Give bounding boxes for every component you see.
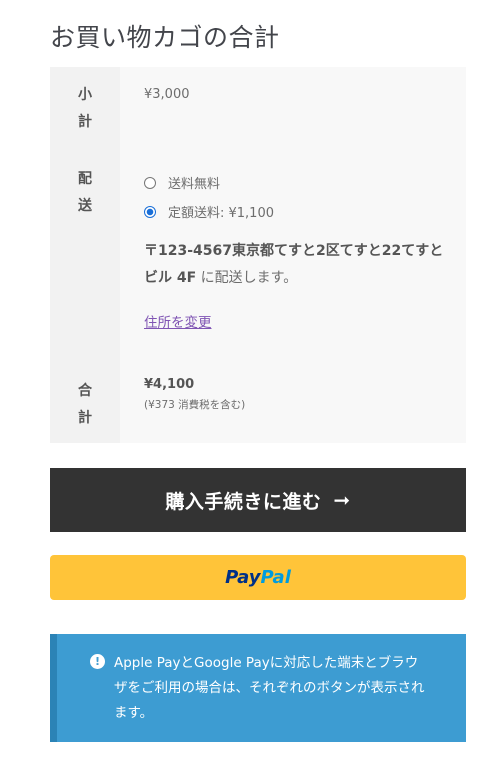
change-address-link[interactable]: 住所を変更 [144,311,212,331]
order-total-row: 合計 ¥4,100 (¥373 消費税を含む) [50,363,466,443]
paypal-button[interactable]: Pay Pal [50,555,466,600]
cart-totals-table: 小計 ¥3,000 配送 送料無料 定額送料: ¥1,100 〒123-4567… [50,67,466,443]
info-icon: ! [90,654,105,669]
paypal-logo-pal: Pal [260,567,291,588]
proceed-to-checkout-button[interactable]: 購入手続きに進む ➞ [50,468,466,532]
shipping-label: 配送 [78,171,92,214]
shipping-methods: 送料無料 定額送料: ¥1,100 [144,151,466,226]
shipping-option-label[interactable]: 定額送料: ¥1,100 [168,202,274,221]
total-label: 合計 [78,383,92,426]
paypal-logo-pay: Pay [225,567,261,588]
shipping-destination: 〒123-4567東京都てすと2区てすと22てすとビル 4F に配送します。 [144,238,444,292]
arrow-right-icon: ➞ [333,488,351,512]
total-value-cell: ¥4,100 (¥373 消費税を含む) [120,363,466,443]
free-shipping-radio[interactable] [144,176,156,189]
shipping-row: 配送 送料無料 定額送料: ¥1,100 〒123-4567東京都てすと2区てす… [50,151,466,363]
shipping-label-cell: 配送 [50,151,120,363]
shipping-option-label[interactable]: 送料無料 [168,173,220,192]
subtotal-amount: ¥3,000 [144,87,190,102]
cart-totals-title: お買い物カゴの合計 [50,23,280,52]
payment-info-notice: ! Apple PayとGoogle Payに対応した端末とブラウザをご利用の場… [50,634,466,742]
subtotal-label: 小計 [78,87,92,130]
checkout-label: 購入手続きに進む [165,490,322,513]
subtotal-value-cell: ¥3,000 [120,67,466,151]
shipping-destination-suffix: に配送します。 [196,270,298,286]
subtotal-row: 小計 ¥3,000 [50,67,466,151]
tax-note: (¥373 消費税を含む) [144,399,246,411]
flat-rate-radio[interactable] [144,205,156,218]
total-label-cell: 合計 [50,363,120,443]
total-amount: ¥4,100 [144,377,195,392]
shipping-value-cell: 送料無料 定額送料: ¥1,100 〒123-4567東京都てすと2区てすと22… [120,151,466,363]
subtotal-label-cell: 小計 [50,67,120,151]
notice-text: Apple PayとGoogle Payに対応した端末とブラウザをご利用の場合は… [114,655,425,721]
shipping-option-free[interactable]: 送料無料 [144,168,466,197]
shipping-option-flat-rate[interactable]: 定額送料: ¥1,100 [144,197,466,226]
